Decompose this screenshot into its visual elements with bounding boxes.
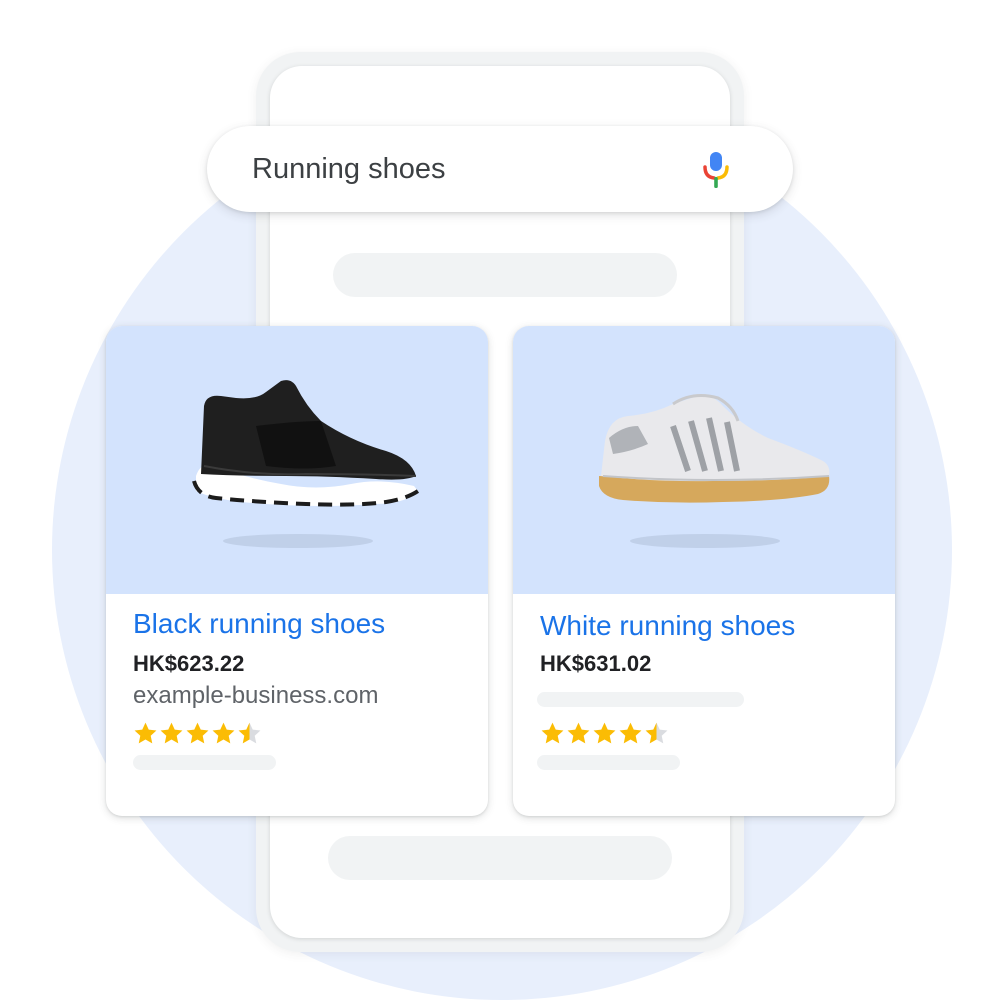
star-icon bbox=[645, 722, 668, 744]
rating-stars bbox=[133, 721, 262, 746]
search-bar[interactable]: Running shoes bbox=[207, 126, 793, 212]
product-image[interactable] bbox=[106, 326, 488, 594]
product-title[interactable]: White running shoes bbox=[540, 608, 795, 644]
placeholder-bar bbox=[328, 836, 672, 880]
product-domain[interactable]: example-business.com bbox=[133, 681, 378, 711]
placeholder-bar bbox=[333, 253, 677, 297]
placeholder-bar bbox=[133, 755, 276, 770]
star-icon bbox=[134, 722, 157, 744]
product-card-black[interactable]: Black running shoes HK$623.22 example-bu… bbox=[106, 326, 488, 816]
star-icon bbox=[186, 722, 209, 744]
product-card-white[interactable]: White running shoes HK$631.02 bbox=[513, 326, 895, 816]
placeholder-bar bbox=[537, 755, 680, 770]
star-icon bbox=[238, 722, 261, 744]
star-icon bbox=[593, 722, 616, 744]
rating-stars bbox=[540, 721, 669, 746]
microphone-icon[interactable] bbox=[701, 150, 731, 190]
star-icon bbox=[567, 722, 590, 744]
search-query[interactable]: Running shoes bbox=[252, 151, 445, 187]
star-icon bbox=[212, 722, 235, 744]
black-shoe-image bbox=[192, 380, 420, 548]
placeholder-bar bbox=[537, 692, 744, 707]
product-title[interactable]: Black running shoes bbox=[133, 606, 385, 642]
product-price: HK$623.22 bbox=[133, 651, 245, 676]
white-shoe-image bbox=[599, 394, 830, 548]
star-icon bbox=[619, 722, 642, 744]
star-icon bbox=[541, 722, 564, 744]
star-icon bbox=[160, 722, 183, 744]
product-image[interactable] bbox=[513, 326, 895, 594]
product-price: HK$631.02 bbox=[540, 651, 652, 676]
